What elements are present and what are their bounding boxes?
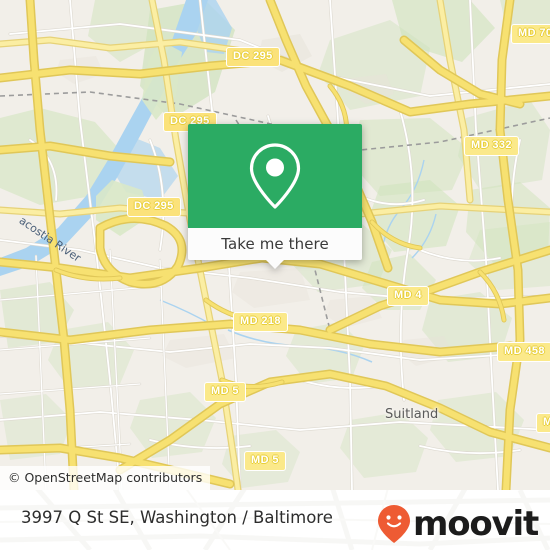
footer-bar: 3997 Q St SE, Washington / Baltimore moo… <box>0 490 550 550</box>
map-pin-icon <box>249 143 301 209</box>
road-shield-md-5-lower: MD 5 <box>244 451 286 471</box>
road-shield-dc-295-north: DC 295 <box>226 47 280 67</box>
address-label: 3997 Q St SE, Washington / Baltimore <box>21 508 333 527</box>
place-label-suitland: Suitland <box>385 407 439 422</box>
popup-icon-area <box>188 124 362 228</box>
moovit-wordmark: moovit <box>412 504 539 544</box>
road-shield-md-4: MD 4 <box>387 286 429 306</box>
take-me-there-button[interactable]: Take me there <box>221 235 329 253</box>
osm-attribution[interactable]: © OpenStreetMap contributors <box>0 466 211 490</box>
road-shield-md-458: MD 458 <box>497 342 550 362</box>
road-shield-md-332: MD 332 <box>464 136 519 156</box>
moovit-brand[interactable]: moovit <box>377 504 539 544</box>
road-shield-md-704: MD 704 <box>511 24 550 44</box>
road-shield-md-5-upper: MD 5 <box>204 382 246 402</box>
road-shield-md-218: MD 218 <box>233 312 288 332</box>
popup-action-area[interactable]: Take me there <box>188 228 362 269</box>
moovit-pin-smiley-icon <box>377 505 410 543</box>
moovit-map-screenshot: .w { fill:#aad3f0; } .grn { fill:#cfe3bc… <box>0 0 550 550</box>
road-shield-md-edge: MD <box>536 413 550 433</box>
popup-pointer-tail <box>265 259 285 269</box>
location-popup-card[interactable]: Take me there <box>188 124 362 269</box>
map-canvas[interactable]: .w { fill:#aad3f0; } .grn { fill:#cfe3bc… <box>0 0 550 490</box>
road-shield-dc-295-west: DC 295 <box>127 197 181 217</box>
